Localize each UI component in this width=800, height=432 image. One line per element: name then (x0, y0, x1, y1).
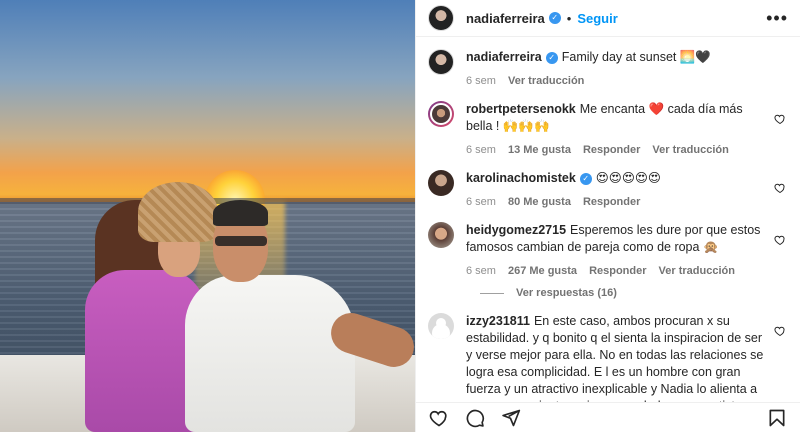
post-photo[interactable] (0, 0, 415, 432)
header-username[interactable]: nadiaferreira (466, 11, 545, 26)
more-icon[interactable]: ••• (766, 9, 788, 27)
comment-item: robertpetersenokk Me encanta ❤️ cada día … (428, 101, 788, 156)
avatar[interactable] (428, 313, 454, 339)
heart-icon[interactable] (428, 407, 450, 429)
view-replies-label: Ver respuestas (16) (516, 287, 617, 299)
avatar[interactable] (428, 170, 454, 196)
heart-icon[interactable] (774, 113, 786, 125)
translate-link[interactable]: Ver traducción (652, 144, 728, 156)
sunglasses (215, 236, 267, 246)
bookmark-icon[interactable] (766, 407, 788, 429)
comment-username[interactable]: karolinachomistek (466, 171, 576, 185)
avatar[interactable] (428, 5, 454, 31)
comment-likes[interactable]: 80 Me gusta (508, 196, 571, 208)
avatar[interactable] (428, 49, 454, 75)
caption-time: 6 sem (466, 75, 496, 87)
comment-username[interactable]: izzy231811 (466, 314, 530, 328)
comment-icon[interactable] (464, 407, 486, 429)
man-shirt (185, 275, 355, 432)
translate-link[interactable]: Ver traducción (659, 265, 735, 277)
avatar[interactable] (428, 101, 454, 127)
post-sidebar: nadiaferreira ✓ • Seguir ••• nadiaferrei… (415, 0, 800, 432)
post-actions (416, 402, 800, 432)
comment-time: 6 sem (466, 144, 496, 156)
caption-username[interactable]: nadiaferreira (466, 50, 542, 64)
view-replies-button[interactable]: Ver respuestas (16) (480, 287, 788, 299)
heart-icon[interactable] (774, 182, 786, 194)
straw-hat (138, 182, 218, 242)
caption: nadiaferreira ✓ Family day at sunset 🌅🖤 6 … (428, 49, 788, 87)
comment-item: karolinachomistek ✓ 😍😍😍😍😍 6 sem 80 Me gust… (428, 170, 788, 208)
comment-username[interactable]: heidygomez2715 (466, 223, 566, 237)
heart-icon[interactable] (774, 325, 786, 337)
comment-likes[interactable]: 13 Me gusta (508, 144, 571, 156)
heart-icon[interactable] (774, 234, 786, 246)
comment-time: 6 sem (466, 196, 496, 208)
reply-button[interactable]: Responder (583, 144, 640, 156)
avatar[interactable] (428, 222, 454, 248)
post-header: nadiaferreira ✓ • Seguir ••• (416, 0, 800, 37)
comment-time: 6 sem (466, 265, 496, 277)
reply-button[interactable]: Responder (583, 196, 640, 208)
comment-text: 😍😍😍😍😍 (595, 171, 661, 185)
verified-icon: ✓ (579, 173, 592, 185)
verified-icon: ✓ (548, 12, 561, 24)
caption-text: Family day at sunset 🌅🖤 (561, 50, 711, 64)
comments-list[interactable]: nadiaferreira ✓ Family day at sunset 🌅🖤 6 … (416, 37, 800, 402)
share-icon[interactable] (500, 407, 522, 429)
comment-likes[interactable]: 267 Me gusta (508, 265, 577, 277)
reply-button[interactable]: Responder (589, 265, 646, 277)
separator-dot: • (566, 10, 572, 26)
replies-divider (480, 292, 504, 294)
comment-item: izzy231811 En este caso, ambos procuran x… (428, 313, 788, 402)
comment-username[interactable]: robertpetersenokk (466, 102, 576, 116)
follow-button[interactable]: Seguir (577, 11, 617, 26)
man-hair (213, 200, 268, 226)
translate-link[interactable]: Ver traducción (508, 75, 584, 87)
verified-icon: ✓ (545, 52, 558, 64)
comment-item: heidygomez2715 Esperemos les dure por que… (428, 222, 788, 277)
